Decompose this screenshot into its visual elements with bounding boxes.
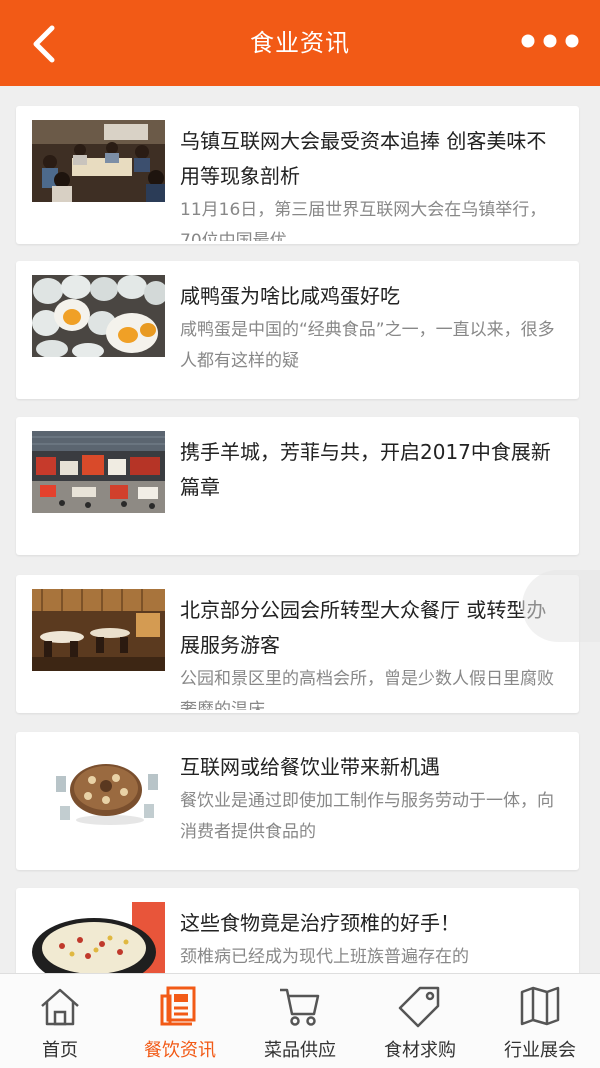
article-card[interactable]: 互联网或给餐饮业带来新机遇 餐饮业是通过即使加工制作与服务劳动于一体，向消费者提… <box>16 732 579 870</box>
article-summary <box>180 506 560 552</box>
tab-news[interactable]: 餐饮资讯 <box>120 974 240 1068</box>
article-title: 互联网或给餐饮业带来新机遇 <box>180 755 440 779</box>
article-thumbnail <box>32 589 165 671</box>
news-icon <box>160 986 196 1026</box>
article-thumbnail <box>32 902 165 973</box>
home-icon <box>41 988 79 1026</box>
article-title: 携手羊城，芳菲与共，开启2017中食展新篇章 <box>180 440 551 499</box>
article-card[interactable]: 咸鸭蛋为啥比咸鸡蛋好吃 咸鸭蛋是中国的“经典食品”之一，一直以来，很多人都有这样… <box>16 261 579 399</box>
more-dots-icon[interactable] <box>520 33 580 49</box>
tab-label: 行业展会 <box>504 1040 576 1061</box>
tab-label: 首页 <box>42 1040 78 1061</box>
article-title: 乌镇互联网大会最受资本追捧 创客美味不用等现象剖析 <box>180 129 547 188</box>
article-card[interactable]: 携手羊城，芳菲与共，开启2017中食展新篇章 <box>16 417 579 555</box>
app-header: 食业资讯 <box>0 0 600 86</box>
page-title: 食业资讯 <box>250 29 350 57</box>
article-summary: 咸鸭蛋是中国的“经典食品”之一，一直以来，很多人都有这样的疑 <box>180 320 555 371</box>
tab-purchase[interactable]: 食材求购 <box>360 974 480 1068</box>
article-thumbnail <box>32 120 165 202</box>
article-title: 北京部分公园会所转型大众餐厅 或转型办展服务游客 <box>180 598 547 657</box>
article-summary: 颈椎病已经成为现代上班族普遍存在的 <box>180 947 469 967</box>
article-thumbnail <box>32 746 165 828</box>
article-thumbnail <box>32 275 165 357</box>
tab-label: 食材求购 <box>384 1040 456 1061</box>
bottom-tab-bar: 首页 餐饮资讯 菜品供应 食材求购 行业展会 <box>0 973 600 1068</box>
map-icon <box>520 986 560 1026</box>
tab-supply[interactable]: 菜品供应 <box>240 974 360 1068</box>
tab-expo[interactable]: 行业展会 <box>480 974 600 1068</box>
article-card[interactable]: 北京部分公园会所转型大众餐厅 或转型办展服务游客 公园和景区里的高档会所，曾是少… <box>16 575 579 713</box>
article-title: 这些食物竟是治疗颈椎的好手！ <box>180 911 460 935</box>
article-summary: 11月16日，第三届世界互联网大会在乌镇举行，70位中国最优 <box>180 200 547 241</box>
tab-home[interactable]: 首页 <box>0 974 120 1068</box>
article-card[interactable]: 这些食物竟是治疗颈椎的好手！ 颈椎病已经成为现代上班族普遍存在的 <box>16 888 579 973</box>
article-card[interactable]: 乌镇互联网大会最受资本追捧 创客美味不用等现象剖析 11月16日，第三届世界互联… <box>16 106 579 244</box>
cart-icon <box>280 988 320 1026</box>
article-summary: 餐饮业是通过即使加工制作与服务劳动于一体，向消费者提供食品的 <box>180 791 554 842</box>
floating-handle[interactable] <box>522 570 600 642</box>
article-list[interactable]: 乌镇互联网大会最受资本追捧 创客美味不用等现象剖析 11月16日，第三届世界互联… <box>0 86 600 973</box>
article-summary: 公园和景区里的高档会所，曾是少数人假日里腐败奢靡的温床。 <box>180 669 554 710</box>
tab-label: 菜品供应 <box>264 1040 336 1061</box>
article-title: 咸鸭蛋为啥比咸鸡蛋好吃 <box>180 284 400 308</box>
tab-label: 餐饮资讯 <box>144 1040 216 1061</box>
article-thumbnail <box>32 431 165 513</box>
tag-icon <box>398 986 440 1028</box>
